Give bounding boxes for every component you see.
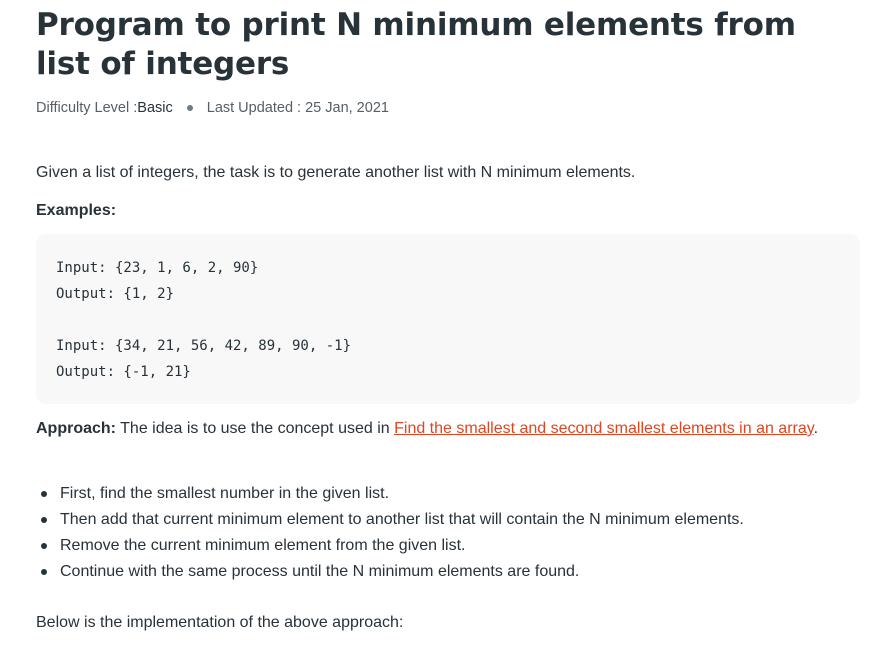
- difficulty-value[interactable]: Basic: [137, 98, 172, 118]
- approach-paragraph: Approach: The idea is to use the concept…: [36, 416, 836, 442]
- list-item: Then add that current minimum element to…: [36, 508, 744, 534]
- approach-end: .: [813, 420, 819, 437]
- code-line: Input: {34, 21, 56, 42, 89, 90, -1}: [56, 338, 352, 354]
- list-item-text: Then add that current minimum element to…: [60, 511, 744, 528]
- article: Program to print N minimum elements from…: [36, 0, 860, 631]
- list-item: First, find the smallest number in the g…: [36, 482, 744, 508]
- approach-label: Approach:: [36, 420, 116, 437]
- implementation-intro: Below is the implementation of the above…: [36, 614, 404, 631]
- article-meta: Difficulty Level : Basic Last Updated : …: [36, 98, 860, 118]
- approach-steps-list: First, find the smallest number in the g…: [36, 482, 744, 586]
- examples-heading: Examples:: [36, 202, 117, 219]
- code-line: Output: {1, 2}: [56, 286, 175, 302]
- last-updated: Last Updated : 25 Jan, 2021: [206, 100, 389, 116]
- list-item-text: Continue with the same process until the…: [60, 563, 580, 580]
- meta-separator-dot: [186, 105, 193, 111]
- intro-paragraph: Given a list of integers, the task is to…: [36, 164, 636, 181]
- list-item: Continue with the same process until the…: [36, 560, 744, 586]
- bullet-icon: [41, 543, 47, 549]
- page-title: Program to print N minimum elements from…: [36, 7, 796, 82]
- smallest-elements-link[interactable]: Find the smallest and second smallest el…: [394, 420, 813, 437]
- code-line: Output: {-1, 21}: [56, 364, 191, 380]
- bullet-icon: [41, 569, 47, 575]
- list-item-text: First, find the smallest number in the g…: [60, 485, 390, 502]
- examples-code-block: Input: {23, 1, 6, 2, 90} Output: {1, 2} …: [36, 234, 860, 404]
- list-item: Remove the current minimum element from …: [36, 534, 744, 560]
- bullet-icon: [41, 517, 47, 523]
- code-line: Input: {23, 1, 6, 2, 90}: [56, 260, 259, 276]
- approach-text: The idea is to use the concept used in: [116, 420, 395, 437]
- difficulty-label: Difficulty Level :: [36, 100, 138, 116]
- bullet-icon: [41, 491, 47, 497]
- list-item-text: Remove the current minimum element from …: [60, 537, 466, 554]
